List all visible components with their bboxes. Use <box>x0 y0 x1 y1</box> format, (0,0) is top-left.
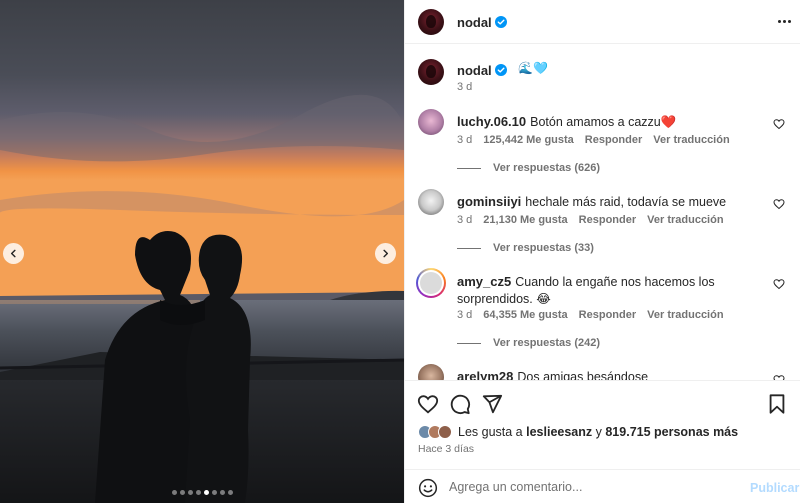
carousel-dot <box>203 490 209 495</box>
comment-item: luchy.06.10 Botón amamos a cazzu❤️ 3 d 12… <box>418 109 793 184</box>
post-side-panel: nodal nodal 🌊🩵 3 d luchy.06.10 Botón amam… <box>404 0 800 503</box>
comment-input[interactable] <box>449 477 729 497</box>
comment-body: Botón amamos a cazzu❤️ <box>530 115 677 129</box>
publish-button[interactable]: Publicar <box>750 481 799 495</box>
comment-time[interactable]: 3 d <box>457 134 472 146</box>
save-bookmark-icon[interactable] <box>766 393 788 415</box>
author-avatar[interactable] <box>418 9 444 35</box>
commenter-avatar[interactable] <box>418 364 444 380</box>
carousel-dot <box>219 490 225 495</box>
commenter-username[interactable]: luchy.06.10 <box>457 114 526 129</box>
replies-line <box>457 167 481 169</box>
view-replies-button[interactable]: Ver respuestas (626) <box>457 162 600 174</box>
post-actions-bar <box>405 380 800 422</box>
carousel-dot <box>195 490 201 495</box>
chevron-right-icon <box>383 249 389 258</box>
comment-composer: Publicar <box>405 469 800 503</box>
reply-button[interactable]: Responder <box>579 309 636 321</box>
comment-likes[interactable]: 125,442 Me gusta <box>483 134 574 146</box>
more-options-button[interactable] <box>775 12 793 30</box>
view-replies-button[interactable]: Ver respuestas (242) <box>457 337 600 349</box>
translate-button[interactable]: Ver traducción <box>653 134 729 146</box>
comments-list[interactable]: nodal 🌊🩵 3 d luchy.06.10 Botón amamos a c… <box>405 45 800 380</box>
comment-body: hechale más raid, todavía se mueve <box>525 195 727 209</box>
commenter-username[interactable]: arelym28 <box>457 369 513 380</box>
post-timestamp[interactable]: Hace 3 días <box>418 443 474 455</box>
comment-item: amy_cz5 Cuando la engañe nos hacemos los … <box>416 268 793 359</box>
carousel-dot <box>211 490 217 495</box>
author-username[interactable]: nodal <box>457 15 507 30</box>
comment-bubble-icon[interactable] <box>449 393 471 415</box>
carousel-prev-button[interactable] <box>3 243 24 264</box>
commenter-avatar[interactable] <box>418 109 444 135</box>
reply-button[interactable]: Responder <box>579 214 636 226</box>
carousel-dot <box>179 490 185 495</box>
carousel-dot <box>227 490 233 495</box>
sunset-kiss-photo <box>0 0 404 503</box>
verified-badge-icon <box>494 64 507 76</box>
reply-button[interactable]: Responder <box>585 134 642 146</box>
carousel-dot <box>187 490 193 495</box>
post-header: nodal <box>405 0 800 44</box>
likes-count[interactable]: 819.715 personas más <box>605 425 738 439</box>
comment-text: luchy.06.10 Botón amamos a cazzu❤️ <box>457 113 767 131</box>
chevron-left-icon <box>10 249 16 258</box>
view-replies-label[interactable]: Ver respuestas (242) <box>493 337 600 349</box>
likes-conj: y <box>595 425 602 439</box>
caption-author-avatar[interactable] <box>418 59 444 85</box>
commenter-username[interactable]: gominsiiyi <box>457 194 521 209</box>
post-photo[interactable] <box>0 0 404 503</box>
commenter-username[interactable]: amy_cz5 <box>457 274 511 289</box>
comment-likes[interactable]: 21,130 Me gusta <box>483 214 567 226</box>
caption-author-username-text[interactable]: nodal <box>457 63 492 78</box>
liker-avatar <box>438 425 452 439</box>
caption-time: 3 d <box>457 81 473 93</box>
commenter-avatar[interactable] <box>418 189 444 215</box>
caption-author-username[interactable]: nodal <box>457 63 507 78</box>
comment-text: arelym28 Dos amigas besándose <box>457 368 767 380</box>
carousel-dot <box>171 490 177 495</box>
carousel-dots <box>0 490 404 495</box>
author-username-text[interactable]: nodal <box>457 15 492 30</box>
verified-badge-icon <box>494 16 507 28</box>
view-replies-label[interactable]: Ver respuestas (33) <box>493 242 594 254</box>
post-caption: nodal 🌊🩵 3 d <box>418 59 788 99</box>
view-replies-label[interactable]: Ver respuestas (626) <box>493 162 600 174</box>
replies-line <box>457 342 481 344</box>
carousel-next-button[interactable] <box>375 243 396 264</box>
comment-item: gominsiiyi hechale más raid, todavía se m… <box>418 189 793 264</box>
comment-meta: 3 d 21,130 Me gusta Responder Ver traduc… <box>457 214 724 226</box>
comment-text: amy_cz5 Cuando la engañe nos hacemos los … <box>457 273 767 308</box>
likes-text: Les gusta a leslieesanz y 819.715 person… <box>458 425 738 439</box>
translate-button[interactable]: Ver traducción <box>647 309 723 321</box>
emoji-picker-icon[interactable] <box>418 478 438 498</box>
translate-button[interactable]: Ver traducción <box>647 214 723 226</box>
caption-text: 🌊🩵 <box>518 61 548 75</box>
like-heart-icon[interactable] <box>417 393 439 415</box>
likes-user[interactable]: leslieesanz <box>526 425 592 439</box>
commenter-avatar[interactable] <box>416 268 446 298</box>
view-replies-button[interactable]: Ver respuestas (33) <box>457 242 594 254</box>
likes-summary[interactable]: Les gusta a leslieesanz y 819.715 person… <box>418 422 738 442</box>
comment-like-heart-icon[interactable] <box>773 198 785 210</box>
comment-text: gominsiiyi hechale más raid, todavía se m… <box>457 193 767 211</box>
comment-meta: 3 d 125,442 Me gusta Responder Ver tradu… <box>457 134 730 146</box>
share-paper-plane-icon[interactable] <box>481 393 503 415</box>
post-modal: nodal nodal 🌊🩵 3 d luchy.06.10 Botón amam… <box>0 0 800 503</box>
replies-line <box>457 247 481 249</box>
comment-like-heart-icon[interactable] <box>773 118 785 130</box>
commenter-avatar-inner <box>418 270 444 296</box>
likes-prefix: Les gusta a <box>458 425 523 439</box>
comment-likes[interactable]: 64,355 Me gusta <box>483 309 567 321</box>
comment-body: Dos amigas besándose <box>517 370 649 380</box>
comment-time[interactable]: 3 d <box>457 214 472 226</box>
comment-meta: 3 d 64,355 Me gusta Responder Ver traduc… <box>457 309 724 321</box>
comment-time[interactable]: 3 d <box>457 309 472 321</box>
comment-like-heart-icon[interactable] <box>773 278 785 290</box>
comment-item: arelym28 Dos amigas besándose <box>418 364 793 380</box>
